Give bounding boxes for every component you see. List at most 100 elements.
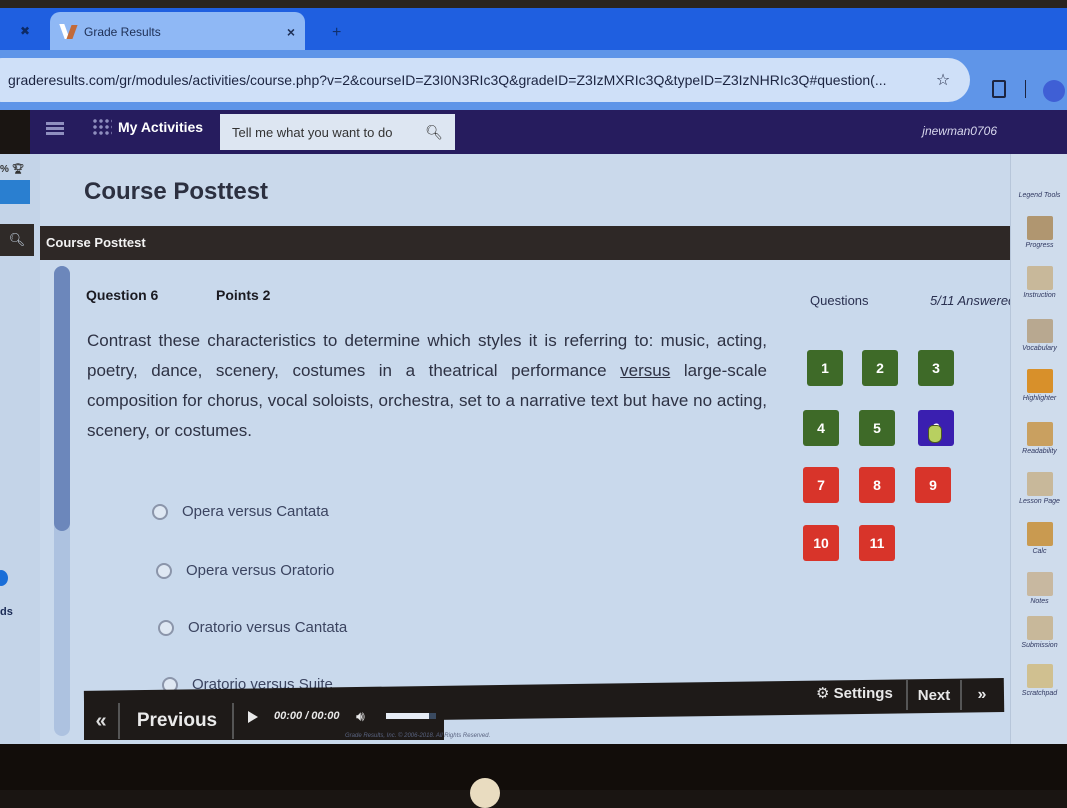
hand-cursor-icon (928, 425, 942, 443)
scrollbar[interactable] (54, 266, 70, 736)
answered-count: 5/11 Answered (930, 293, 1016, 308)
volume-slider[interactable] (386, 713, 436, 719)
clipboard-icon[interactable] (992, 80, 1006, 98)
browser-tab-grade-results[interactable]: Grade Results × (50, 12, 305, 52)
tool-label: Vocabulary (1022, 345, 1057, 352)
answer-option-label[interactable]: Opera versus Cantata (182, 503, 329, 520)
search-icon[interactable]: 🔍︎ (425, 124, 443, 141)
prev-tab-close-icon[interactable]: ✖ (20, 24, 30, 38)
radio-button[interactable] (152, 503, 168, 520)
settings-button[interactable]: ⚙ Settings (816, 684, 893, 702)
tool-label: Highlighter (1022, 395, 1057, 402)
answer-option-label[interactable]: Opera versus Oratorio (186, 562, 334, 579)
section-title: Course Posttest (46, 235, 146, 250)
username[interactable]: jnewman0706 (922, 124, 997, 138)
next-button[interactable]: Next (906, 680, 962, 710)
app-header: My Activities Tell me what you want to d… (30, 110, 1067, 154)
answer-option[interactable]: Oratorio versus Cantata (158, 619, 347, 636)
gear-icon: ⚙ (816, 685, 830, 702)
tool-vocabulary[interactable]: Vocabulary (1011, 319, 1067, 352)
help-search-input[interactable]: Tell me what you want to do 🔍︎ (220, 114, 455, 150)
tool-label: Notes (1030, 598, 1049, 605)
question-nav-button[interactable]: 4 (803, 410, 839, 446)
progress-bar (0, 180, 30, 204)
tool-legend-tools[interactable]: Legend Tools (1011, 166, 1067, 199)
scrollbar-thumb[interactable] (54, 266, 70, 531)
tool-label: Scratchpad (1021, 690, 1058, 697)
radio-button[interactable] (156, 562, 172, 579)
answer-option[interactable]: Opera versus Oratorio (156, 562, 334, 579)
hp-logo (470, 778, 500, 808)
tool-label: Submission (1021, 642, 1058, 649)
address-bar-row: graderesults.com/gr/modules/activities/c… (0, 50, 1067, 110)
easel-icon (1026, 472, 1053, 496)
question-nav-button[interactable]: 5 (859, 410, 895, 446)
tool-rail: Legend Tools Progress Instruction Vocabular… (1010, 154, 1067, 744)
question-nav-button[interactable]: 10 (803, 525, 839, 561)
my-activities-button[interactable]: My Activities (92, 118, 203, 136)
previous-button[interactable]: Previous (122, 703, 234, 739)
question-nav-button[interactable]: 3 (918, 350, 954, 386)
radio-button[interactable] (158, 619, 174, 636)
easel-icon (1026, 266, 1053, 290)
search-icon: 🔍︎ (8, 232, 26, 247)
tool-instruction[interactable]: Instruction (1011, 266, 1067, 299)
url-text[interactable]: graderesults.com/gr/modules/activities/c… (8, 72, 928, 88)
tool-label: Progress (1025, 242, 1054, 249)
url-bar[interactable]: graderesults.com/gr/modules/activities/c… (0, 58, 970, 102)
favicon-icon (60, 23, 78, 41)
menu-icon[interactable] (46, 122, 64, 136)
play-icon[interactable] (248, 711, 258, 723)
tool-readability[interactable]: Readability (1011, 422, 1067, 455)
tab-title: Grade Results (84, 25, 161, 39)
section-bar: Course Posttest (40, 226, 1030, 260)
easel-icon (1026, 616, 1053, 640)
left-panel-partial-label: ds (0, 606, 13, 618)
calculator-icon (1026, 522, 1053, 546)
question-nav-button[interactable]: 8 (859, 467, 895, 503)
question-text-versus: versus (620, 361, 671, 380)
audio-time: 00:00 / 00:00 (274, 710, 340, 722)
tool-label: Legend Tools (1018, 192, 1061, 199)
copyright-text: Grade Results, Inc. © 2006-2018. All Rig… (345, 733, 491, 739)
trophy-icon: 🏆︎ (11, 164, 25, 175)
volume-icon[interactable]: 🔊︎ (356, 708, 365, 725)
new-tab-button[interactable]: + (332, 24, 341, 42)
tool-highlighter[interactable]: Highlighter (1011, 369, 1067, 402)
answer-option[interactable]: Opera versus Cantata (152, 503, 329, 520)
answer-option-label[interactable]: Oratorio versus Cantata (188, 619, 347, 636)
tool-calc[interactable]: Calc (1011, 522, 1067, 555)
course-header: Course Posttest (40, 158, 1020, 224)
question-nav-button[interactable]: 9 (915, 467, 951, 503)
grid-icon (92, 118, 112, 136)
left-search-button[interactable]: 🔍︎ (0, 224, 34, 256)
next-chevron-button[interactable]: » (964, 680, 1000, 710)
pen-icon (1026, 664, 1053, 688)
tool-notes[interactable]: Notes (1011, 572, 1067, 605)
tool-scratchpad[interactable]: Scratchpad (1011, 664, 1067, 697)
tool-lesson-page[interactable]: Lesson Page (1011, 472, 1067, 505)
tab-close-icon[interactable]: × (287, 24, 295, 40)
tool-progress[interactable]: Progress (1011, 216, 1067, 249)
screen-bezel-bottom (0, 744, 1067, 790)
question-nav-button[interactable]: 2 (862, 350, 898, 386)
readability-icon (1026, 422, 1053, 446)
previous-chevron-button[interactable]: « (84, 703, 120, 739)
tool-submission[interactable]: Submission (1011, 616, 1067, 649)
questions-label: Questions (810, 293, 869, 308)
progress-percent: % 🏆︎ (0, 164, 25, 175)
profile-icon[interactable] (1043, 80, 1065, 102)
question-nav-button[interactable]: 11 (859, 525, 895, 561)
star-icon[interactable]: ☆ (928, 70, 958, 90)
question-nav-button[interactable]: 7 (803, 467, 839, 503)
toolbar-divider (1025, 80, 1026, 98)
pencil-icon (1026, 369, 1053, 393)
vocabulary-icon (1026, 319, 1053, 343)
search-placeholder: Tell me what you want to do (232, 124, 393, 140)
my-activities-label: My Activities (118, 119, 204, 135)
tool-label: Lesson Page (1019, 498, 1060, 505)
question-points: Points 2 (216, 287, 271, 303)
question-number: Question 6 (86, 287, 159, 303)
question-text: Contrast these characteristics to determ… (87, 331, 767, 440)
question-nav-button[interactable]: 1 (807, 350, 843, 386)
